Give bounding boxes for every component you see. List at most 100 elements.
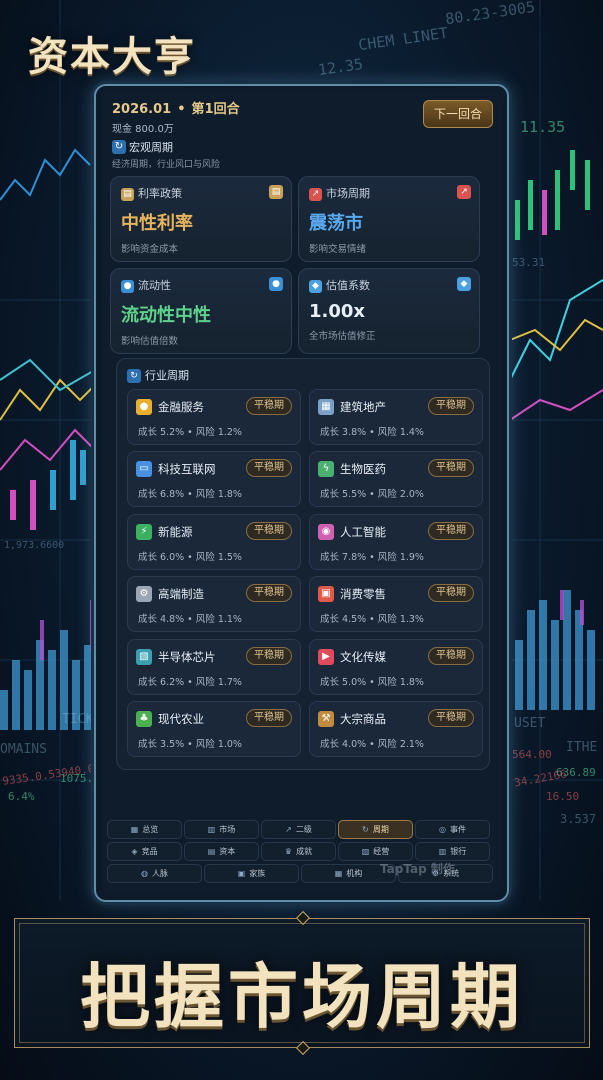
tab-family[interactable]: ▣ 家族 bbox=[204, 864, 299, 883]
tab-bank[interactable]: ▥ 银行 bbox=[415, 842, 490, 861]
industry-name: 高端制造 bbox=[158, 587, 204, 602]
industry-card[interactable]: ♣ 现代农业 平稳期 成长 3.5% • 风险 1.0% bbox=[127, 701, 301, 757]
industry-name: 消费零售 bbox=[340, 587, 386, 602]
tab-rival[interactable]: ◈ 竞品 bbox=[107, 842, 182, 861]
play-icon: ▶ bbox=[318, 648, 334, 665]
tab-label: 资本 bbox=[219, 847, 236, 856]
rival-icon: ◈ bbox=[131, 847, 138, 856]
industry-card[interactable]: ϟ 生物医药 平稳期 成长 5.5% • 风险 2.0% bbox=[309, 451, 483, 508]
tab-network[interactable]: ◍ 人脉 bbox=[107, 864, 202, 883]
tab-overview[interactable]: ▦ 总览 bbox=[107, 820, 182, 839]
industry-name: 生物医药 bbox=[340, 462, 386, 477]
industry-status-badge: 平稳期 bbox=[246, 521, 292, 540]
industry-card[interactable]: ▭ 科技互联网 平稳期 成长 6.8% • 风险 1.8% bbox=[127, 451, 301, 508]
industry-card[interactable]: ▣ 消费零售 平稳期 成长 4.5% • 风险 1.3% bbox=[309, 576, 483, 633]
industry-stats: 成长 6.2% • 风险 1.7% bbox=[138, 676, 242, 688]
industry-stats: 成长 5.2% • 风险 1.2% bbox=[138, 427, 242, 438]
tab-label: 二级 bbox=[295, 825, 312, 834]
chart-icon: ↗ bbox=[309, 187, 322, 201]
macro-card-desc: 影响资金成本 bbox=[121, 244, 179, 255]
industry-status-badge: 平稳期 bbox=[428, 521, 474, 540]
tab-trophy[interactable]: ♛ 成就 bbox=[261, 842, 336, 861]
macro-card[interactable]: ◆ 估值系数 ◆ 1.00x 全市场估值修正 bbox=[298, 268, 480, 354]
brain-icon: ◉ bbox=[318, 523, 334, 540]
industry-status-badge: 平稳期 bbox=[428, 584, 474, 603]
industry-card[interactable]: ⚒ 大宗商品 平稳期 成长 4.0% • 风险 2.1% bbox=[309, 701, 483, 757]
industry-name: 大宗商品 bbox=[340, 712, 386, 726]
industry-status-badge: 平稳期 bbox=[428, 459, 474, 478]
industry-name: 文化传媒 bbox=[340, 649, 386, 664]
pickaxe-icon: ⚒ bbox=[318, 711, 334, 727]
date-label: 2026.01 bbox=[112, 102, 172, 117]
macro-card[interactable]: ↗ 市场周期 ↗ 震荡市 影响交易情绪 bbox=[298, 176, 480, 262]
tab-secondary[interactable]: ↗ 二级 bbox=[261, 820, 336, 839]
tab-operation[interactable]: ▨ 经营 bbox=[338, 842, 413, 861]
operation-icon: ▨ bbox=[361, 847, 370, 856]
industry-status-badge: 平稳期 bbox=[428, 646, 474, 665]
industry-stats: 成长 4.5% • 风险 1.3% bbox=[320, 614, 424, 626]
macro-card-label: ● 流动性 bbox=[121, 277, 281, 293]
bg-ticker-13: ITHE bbox=[566, 740, 598, 755]
cycle-icon: ↻ bbox=[112, 139, 126, 154]
industry-card[interactable]: ▦ 建筑地产 平稳期 成长 3.8% • 风险 1.4% bbox=[309, 389, 483, 445]
chip-icon: ▧ bbox=[136, 648, 152, 665]
macro-card-label: ◆ 估值系数 bbox=[309, 277, 469, 293]
tab-event[interactable]: ◎ 事件 bbox=[415, 820, 490, 839]
lightning-icon: ⚡ bbox=[136, 523, 152, 540]
bg-ticker-17: 16.50 bbox=[546, 790, 580, 803]
industry-stats: 成长 4.0% • 风险 2.1% bbox=[320, 739, 424, 750]
industry-card[interactable]: ⚡ 新能源 平稳期 成长 6.0% • 风险 1.5% bbox=[127, 513, 301, 570]
scroll-icon: ▤ bbox=[121, 187, 134, 201]
droplet-icon: ● bbox=[269, 277, 283, 291]
industry-card[interactable]: ⚙ 高端制造 平稳期 成长 4.8% • 风险 1.1% bbox=[127, 576, 301, 633]
tab-market[interactable]: ▥ 市场 bbox=[184, 820, 259, 839]
industry-name: 建筑地产 bbox=[340, 400, 386, 414]
industry-stats: 成长 7.8% • 风险 1.9% bbox=[320, 551, 424, 563]
industry-card[interactable]: ▧ 半导体芯片 平稳期 成长 6.2% • 风险 1.7% bbox=[127, 638, 301, 695]
macro-card-value: 1.00x bbox=[309, 301, 366, 322]
macro-card[interactable]: ● 流动性 ● 流动性中性 影响估值倍数 bbox=[110, 268, 292, 354]
tab-label: 市场 bbox=[219, 825, 236, 834]
bg-ticker-6: 1,973.6600 bbox=[4, 540, 65, 551]
tab-cycle[interactable]: ↻ 周期 bbox=[338, 820, 413, 839]
industry-status-badge: 平稳期 bbox=[246, 584, 292, 603]
industry-name: 科技互联网 bbox=[158, 462, 216, 477]
industry-card[interactable]: ● 金融服务 平稳期 成长 5.2% • 风险 1.2% bbox=[127, 389, 301, 445]
industry-stats: 成长 4.8% • 风险 1.1% bbox=[138, 614, 242, 626]
family-icon: ▣ bbox=[237, 869, 246, 878]
cycle-icon: ↻ bbox=[127, 369, 141, 383]
macro-card-value: 震荡市 bbox=[309, 213, 363, 234]
industry-card[interactable]: ◉ 人工智能 平稳期 成长 7.8% • 风险 1.9% bbox=[309, 513, 483, 570]
industry-status-badge: 平稳期 bbox=[246, 709, 292, 727]
macro-card-label: ▤ 利率政策 bbox=[121, 185, 281, 201]
macro-card-label-text: 利率政策 bbox=[138, 187, 182, 200]
industry-panel: ↻ 行业周期 ● 金融服务 平稳期 成长 5.2% • 风险 1.2% ▦ 建筑地产 平稳期成… bbox=[116, 358, 490, 770]
diamond-icon: ◆ bbox=[457, 277, 471, 291]
bg-ticker-12: USET bbox=[514, 716, 546, 731]
banner-slogan: 把握市场周期 bbox=[80, 955, 524, 1038]
macro-section-header: ↻ 宏观周期 经济周期，行业风口与风险 bbox=[112, 136, 220, 170]
industry-card[interactable]: ▶ 文化传媒 平稳期 成长 5.0% • 风险 1.8% bbox=[309, 638, 483, 695]
industry-name: 现代农业 bbox=[158, 712, 204, 726]
bg-ticker-4: 11.35 bbox=[520, 118, 566, 136]
bottom-tab-bar: ▦ 总览 ▥ 市场 ↗ 二级 ↻ 周期 ◎ 事件 ◈ 竞品 ▤ 资本 ♛ 成就 ▨ 经营 ▥ 银行 ◍ 人脉 ▣ 家族 ▦ 机构 ⚙… bbox=[106, 820, 497, 888]
market-icon: ▥ bbox=[207, 825, 216, 834]
tab-capital[interactable]: ▤ 资本 bbox=[184, 842, 259, 861]
secondary-icon: ↗ bbox=[285, 825, 292, 834]
tab-label: 家族 bbox=[249, 869, 266, 878]
industry-status-badge: 平稳期 bbox=[246, 459, 292, 478]
tab-label: 成就 bbox=[296, 847, 313, 856]
industry-status-badge: 平稳期 bbox=[246, 397, 292, 415]
bg-ticker-14: 564.00 bbox=[512, 748, 552, 761]
next-round-button[interactable]: 下一回合 bbox=[423, 100, 493, 128]
tab-label: 人脉 bbox=[151, 869, 168, 878]
industry-stats: 成长 5.5% • 风险 2.0% bbox=[320, 489, 424, 501]
leaf-icon: ♣ bbox=[136, 711, 152, 727]
macro-card-label-text: 流动性 bbox=[138, 279, 171, 292]
bg-ticker-10: 1075. bbox=[60, 772, 94, 785]
macro-card-desc: 影响交易情绪 bbox=[309, 244, 367, 255]
macro-card[interactable]: ▤ 利率政策 ▤ 中性利率 影响资金成本 bbox=[110, 176, 292, 262]
industry-stats: 成长 3.8% • 风险 1.4% bbox=[320, 427, 424, 438]
bank-icon: ▥ bbox=[438, 847, 447, 856]
tab-label: 总览 bbox=[142, 825, 159, 834]
